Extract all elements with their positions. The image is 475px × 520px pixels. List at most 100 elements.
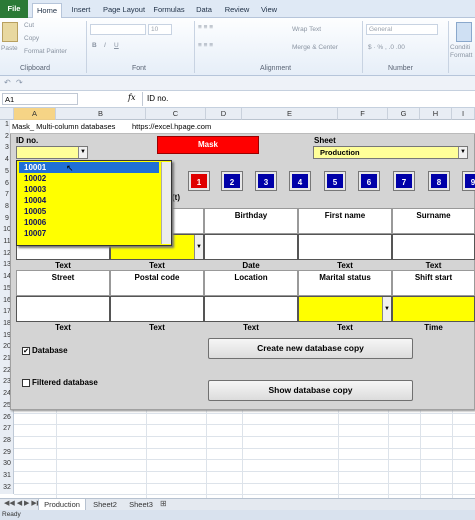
tab-home[interactable]: Home bbox=[32, 3, 62, 18]
formula-input[interactable]: ID no. bbox=[142, 92, 475, 106]
dropdown-item[interactable]: 10001 bbox=[19, 162, 159, 173]
sheet-combobox[interactable]: Production ▼ bbox=[313, 146, 468, 159]
record-button-6[interactable]: 6 bbox=[359, 172, 379, 190]
column-header[interactable]: D bbox=[206, 108, 242, 120]
align-top-icon[interactable]: ≡ ≡ ≡ bbox=[198, 24, 213, 31]
type-label: Text bbox=[149, 323, 165, 332]
first-name-input[interactable] bbox=[298, 234, 392, 260]
alignment-group-label: Alignment bbox=[260, 65, 292, 72]
redo-icon[interactable]: ↷ bbox=[16, 78, 23, 87]
type-label: Text bbox=[337, 323, 353, 332]
fx-icon[interactable]: fx bbox=[128, 93, 135, 102]
sheet-nav-arrows-icon[interactable]: ◀◀ ◀ ▶ ▶▶ bbox=[4, 499, 42, 507]
location-input[interactable] bbox=[204, 296, 298, 322]
column-header[interactable]: I bbox=[452, 108, 475, 120]
align-left-icon[interactable]: ≡ ≡ ≡ bbox=[198, 42, 213, 49]
type-label: Text bbox=[55, 323, 71, 332]
currency-icon[interactable]: $ · % , .0 .00 bbox=[368, 44, 405, 51]
field-header-surname: Surname bbox=[392, 208, 475, 234]
font-group-label: Font bbox=[132, 65, 147, 72]
create-database-copy-button[interactable]: Create new database copy bbox=[208, 338, 413, 359]
column-header[interactable]: H bbox=[420, 108, 452, 120]
tab-insert[interactable]: Insert bbox=[66, 3, 96, 18]
chevron-down-icon[interactable]: ▼ bbox=[78, 147, 87, 158]
marital-status-combobox[interactable]: ▼ bbox=[298, 296, 392, 322]
shift-start-input[interactable] bbox=[392, 296, 475, 322]
tab-review[interactable]: Review bbox=[222, 3, 252, 18]
record-button-9[interactable]: 9 bbox=[463, 172, 475, 190]
select-all-corner[interactable] bbox=[0, 108, 14, 120]
format-painter-button[interactable]: Format Painter bbox=[24, 48, 67, 55]
record-button-7[interactable]: 7 bbox=[394, 172, 414, 190]
ribbon-separator bbox=[86, 21, 87, 73]
column-header[interactable]: A bbox=[14, 108, 56, 120]
column-header[interactable]: G bbox=[388, 108, 420, 120]
chevron-down-icon[interactable]: ▼ bbox=[458, 147, 467, 158]
filtered-database-checkbox[interactable] bbox=[22, 379, 30, 387]
column-header[interactable]: E bbox=[242, 108, 338, 120]
column-header-bar: A B C D E F G H I bbox=[0, 108, 475, 120]
dropdown-scrollbar[interactable] bbox=[161, 162, 171, 244]
dropdown-item[interactable]: 10004 bbox=[19, 195, 159, 206]
row-header[interactable]: 30 bbox=[0, 460, 14, 467]
tab-data[interactable]: Data bbox=[192, 3, 216, 18]
chevron-down-icon[interactable]: ▼ bbox=[382, 297, 391, 321]
dropdown-item[interactable]: 10002 bbox=[19, 173, 159, 184]
bold-icon[interactable]: B bbox=[92, 42, 97, 49]
birthday-input[interactable] bbox=[204, 234, 298, 260]
postal-code-input[interactable] bbox=[110, 296, 204, 322]
record-button-5[interactable]: 5 bbox=[325, 172, 345, 190]
record-button-8[interactable]: 8 bbox=[429, 172, 449, 190]
column-header[interactable]: C bbox=[146, 108, 206, 120]
tab-view[interactable]: View bbox=[256, 3, 282, 18]
type-label: Text bbox=[425, 261, 442, 270]
record-button-2[interactable]: 2 bbox=[222, 172, 242, 190]
dropdown-item[interactable]: 10007 bbox=[19, 228, 159, 239]
dropdown-item[interactable]: 10006 bbox=[19, 217, 159, 228]
name-box[interactable]: A1 bbox=[2, 93, 78, 105]
street-input[interactable] bbox=[16, 296, 110, 322]
wrap-text-button[interactable]: Wrap Text bbox=[292, 26, 321, 33]
row-header[interactable]: 26 bbox=[0, 414, 14, 421]
row-header[interactable]: 32 bbox=[0, 484, 14, 491]
ribbon-separator bbox=[194, 21, 195, 73]
tab-file[interactable]: File bbox=[0, 0, 28, 18]
mouse-cursor-icon: ↖ bbox=[66, 163, 74, 173]
id-combobox[interactable]: ▼ bbox=[16, 146, 88, 159]
dropdown-item[interactable]: 10005 bbox=[19, 206, 159, 217]
column-header[interactable]: F bbox=[338, 108, 388, 120]
mask-button[interactable]: Mask bbox=[157, 136, 259, 154]
type-label: Text bbox=[243, 323, 259, 332]
row-header[interactable]: 31 bbox=[0, 472, 14, 479]
italic-icon[interactable]: I bbox=[104, 42, 106, 49]
row-header[interactable]: 28 bbox=[0, 437, 14, 444]
record-button-3[interactable]: 3 bbox=[256, 172, 276, 190]
number-format-select[interactable]: General bbox=[366, 24, 438, 35]
chevron-down-icon[interactable]: ▼ bbox=[194, 235, 203, 259]
surname-input[interactable] bbox=[392, 234, 475, 260]
tab-page-layout[interactable]: Page Layout bbox=[100, 3, 148, 18]
tab-formulas[interactable]: Formulas bbox=[152, 3, 186, 18]
undo-icon[interactable]: ↶ bbox=[4, 78, 11, 87]
font-name-select[interactable] bbox=[90, 24, 146, 35]
type-label: Time bbox=[424, 323, 443, 332]
cut-button[interactable]: Cut bbox=[24, 22, 34, 29]
filtered-database-label: Filtered database bbox=[32, 378, 98, 387]
sheet-combobox-value: Production bbox=[320, 148, 360, 157]
row-header[interactable]: 27 bbox=[0, 425, 14, 432]
database-checkbox[interactable]: ✔ bbox=[22, 347, 30, 355]
show-database-copy-button[interactable]: Show database copy bbox=[208, 380, 413, 401]
new-sheet-icon[interactable]: ⊞ bbox=[160, 499, 167, 508]
record-button-1[interactable]: 1 bbox=[189, 172, 209, 190]
record-button-4[interactable]: 4 bbox=[290, 172, 310, 190]
conditional-formatting-icon[interactable] bbox=[456, 22, 472, 42]
dropdown-item[interactable]: 10003 bbox=[19, 184, 159, 195]
underline-icon[interactable]: U bbox=[114, 42, 119, 49]
row-header[interactable]: 29 bbox=[0, 449, 14, 456]
font-size-select[interactable]: 10 bbox=[148, 24, 172, 35]
id-dropdown-list[interactable]: 10001 10002 10003 10004 10005 10006 1000… bbox=[16, 160, 172, 246]
merge-center-button[interactable]: Merge & Center bbox=[292, 44, 338, 51]
column-header[interactable]: B bbox=[56, 108, 146, 120]
copy-button[interactable]: Copy bbox=[24, 35, 39, 42]
paste-icon[interactable] bbox=[2, 22, 18, 42]
